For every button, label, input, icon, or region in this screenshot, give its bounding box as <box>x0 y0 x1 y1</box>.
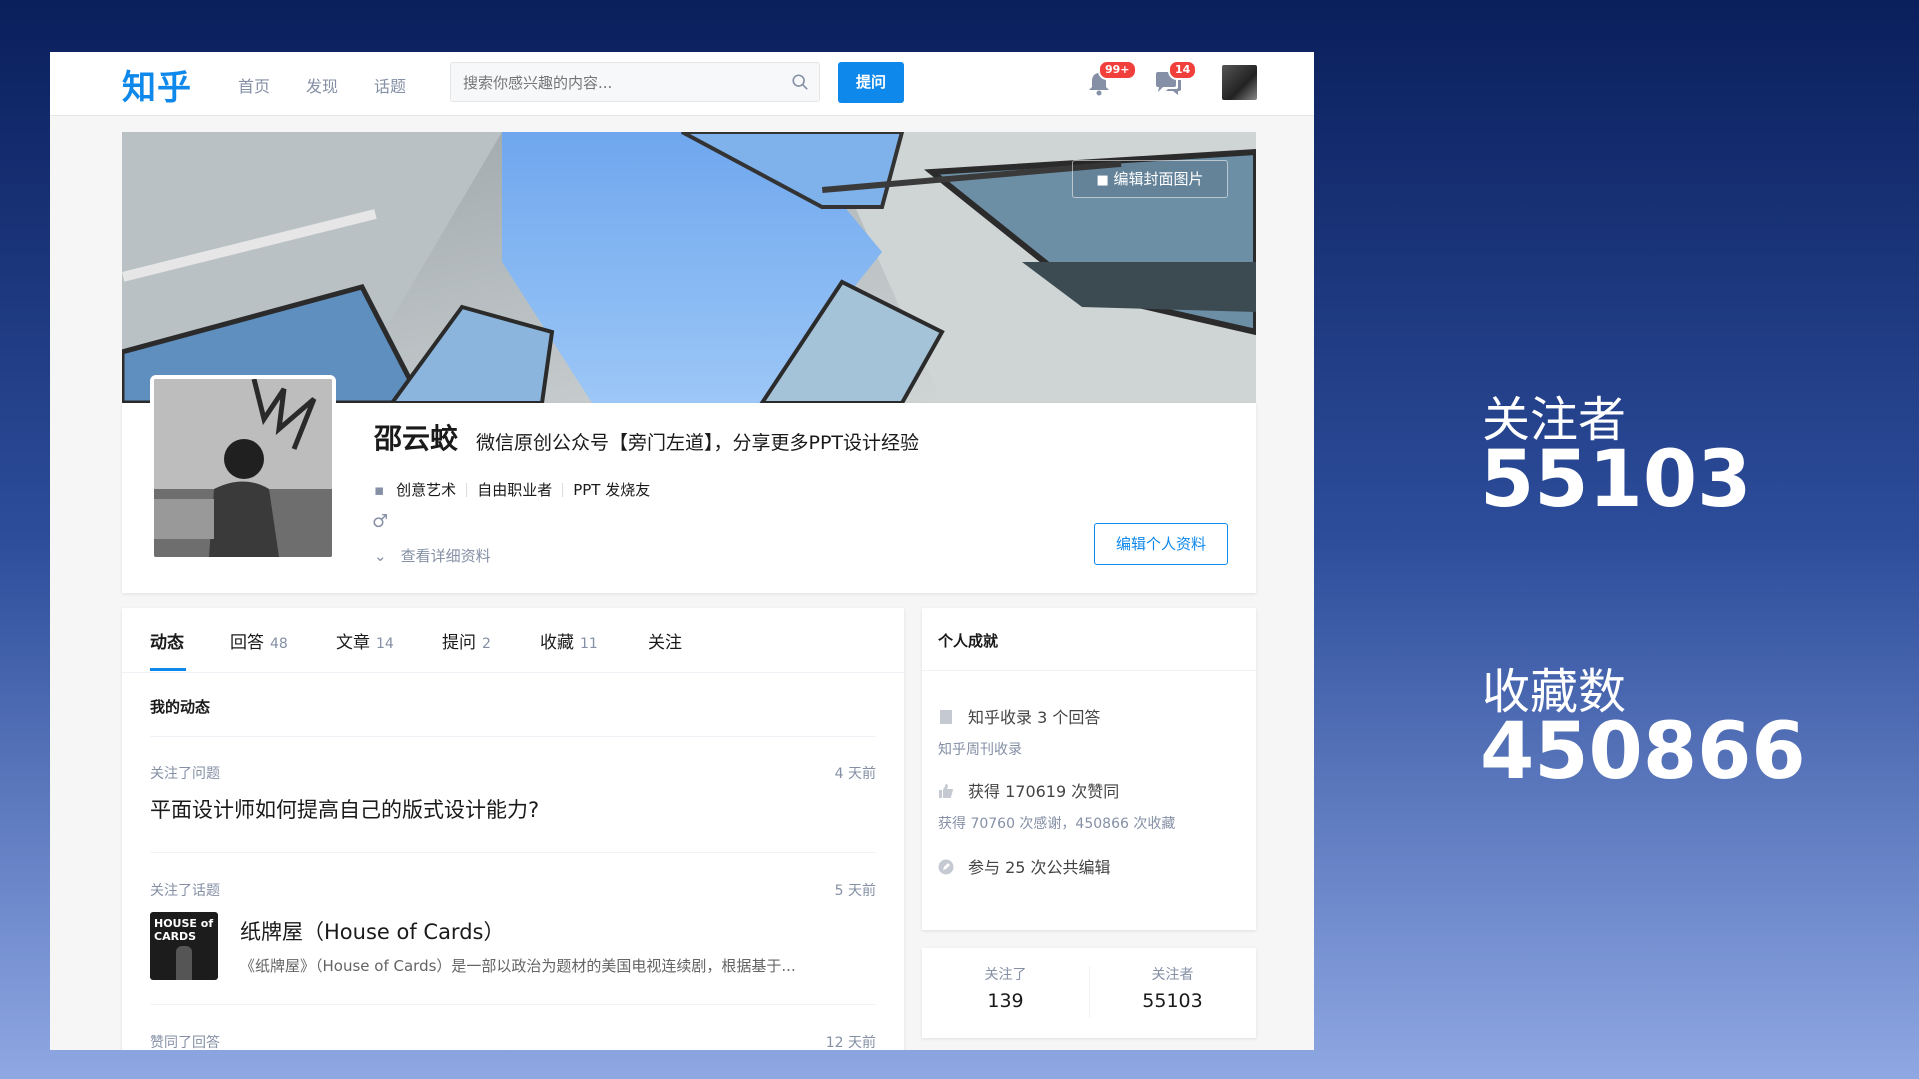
stat-collections-value: 450866 <box>1480 707 1806 797</box>
activity-feed: 动态 回答 48 文章 14 提问 2 收藏 11 关注 我的动态 关注了问题 4 天前… <box>122 608 904 1050</box>
cover-image: ■ 编辑封面图片 <box>122 132 1256 403</box>
search-input[interactable] <box>451 63 785 103</box>
zhihu-logo[interactable]: 知乎 <box>122 60 192 109</box>
camera-icon: ■ <box>1096 173 1109 188</box>
achievements-card: 个人成就 知乎收录 3 个回答 知乎周刊收录 获得 170619 次赞同 获得 … <box>922 608 1256 930</box>
view-details-label: 查看详细资料 <box>400 547 491 565</box>
followers-link[interactable]: 关注者 55103 <box>1089 964 1256 1012</box>
activity-type: 赞同了回答 <box>150 1035 220 1050</box>
question-title-link[interactable]: 平面设计师如何提高自己的版式设计能力? <box>150 794 539 824</box>
search-box <box>450 62 820 103</box>
tab-collections[interactable]: 收藏 11 <box>540 628 598 653</box>
activity-type: 关注了问题 <box>150 766 220 782</box>
profile-name: 邵云蛟 <box>374 422 459 455</box>
edit-cover-button[interactable]: ■ 编辑封面图片 <box>1072 160 1228 198</box>
view-details-link[interactable]: ⌄ 查看详细资料 <box>374 545 491 566</box>
edit-icon <box>938 859 954 875</box>
thumbs-up-icon <box>939 784 953 798</box>
profile-industry: 创意艺术 <box>396 481 457 499</box>
profile-avatar[interactable] <box>150 375 336 561</box>
achievement-edits: 参与 25 次公共编辑 <box>938 854 1111 878</box>
edit-cover-label: 编辑封面图片 <box>1113 170 1204 188</box>
top-navigation-bar: 知乎 首页 发现 话题 提问 99+ 14 <box>50 52 1314 116</box>
stat-followers-value: 55103 <box>1480 435 1752 525</box>
following-link[interactable]: 关注了 139 <box>922 964 1089 1012</box>
achievement-upvotes: 获得 170619 次赞同 <box>938 778 1119 802</box>
tab-activity[interactable]: 动态 <box>150 628 184 653</box>
achievement-included-sub[interactable]: 知乎周刊收录 <box>938 739 1022 759</box>
achievement-thanks-sub: 获得 70760 次感谢，450866 次收藏 <box>938 816 1176 832</box>
zhihu-profile-screenshot: 知乎 首页 发现 话题 提问 99+ 14 <box>50 52 1314 1050</box>
profile-job: 自由职业者 <box>477 481 553 499</box>
briefcase-icon: ▪ <box>374 481 385 499</box>
topic-title-link[interactable]: 纸牌屋（House of Cards） <box>240 916 504 946</box>
message-badge: 14 <box>1168 60 1198 80</box>
divider <box>150 852 876 853</box>
followers-label: 关注者 <box>1151 967 1194 983</box>
topic-image-house-of-cards[interactable]: HOUSE of CARDS <box>150 912 218 980</box>
bookmark-icon <box>940 710 952 724</box>
tab-following[interactable]: 关注 <box>648 628 682 653</box>
followers-count: 55103 <box>1142 990 1203 1012</box>
achievements-title: 个人成就 <box>938 632 999 650</box>
my-activity-title: 我的动态 <box>150 698 211 716</box>
divider <box>922 670 1256 671</box>
activity-time: 12 天前 <box>825 1035 876 1050</box>
profile-header-card: 邵云蛟 微信原创公众号【旁门左道】，分享更多PPT设计经验 ▪ 创意艺术 自由职业者… <box>122 375 1256 593</box>
achievement-included: 知乎收录 3 个回答 <box>938 704 1100 728</box>
tab-questions[interactable]: 提问 2 <box>442 628 491 653</box>
profile-business-info: ▪ 创意艺术 自由职业者 PPT 发烧友 <box>374 479 650 500</box>
notification-badge: 99+ <box>1098 60 1137 80</box>
following-count: 139 <box>987 990 1024 1012</box>
topic-description: 《纸牌屋》（House of Cards）是一部以政治为题材的美国电视连续剧，根… <box>240 957 796 975</box>
edit-profile-button[interactable]: 编辑个人资料 <box>1094 523 1228 565</box>
active-tab-indicator <box>150 668 186 671</box>
follow-counts-card: 关注了 139 关注者 55103 <box>922 948 1256 1038</box>
tab-answers[interactable]: 回答 48 <box>230 628 288 653</box>
activity-time: 4 天前 <box>834 766 876 782</box>
activity-time: 5 天前 <box>834 883 876 899</box>
nav-item-discover[interactable]: 发现 <box>306 73 338 97</box>
divider <box>150 736 876 737</box>
chevron-down-icon: ⌄ <box>374 547 387 565</box>
nav-item-topics[interactable]: 话题 <box>374 73 406 97</box>
profile-title: PPT 发烧友 <box>573 481 651 499</box>
search-icon[interactable] <box>791 73 809 91</box>
nav-item-home[interactable]: 首页 <box>238 73 270 97</box>
divider <box>150 1004 876 1005</box>
activity-type: 关注了话题 <box>150 883 220 899</box>
topic-image-label: HOUSE of CARDS <box>154 917 214 943</box>
male-gender-icon: ♂ <box>372 511 389 532</box>
profile-tabs: 动态 回答 48 文章 14 提问 2 收藏 11 关注 <box>122 608 904 673</box>
following-label: 关注了 <box>984 967 1027 983</box>
avatar-photo-graphic <box>154 379 332 557</box>
tab-articles[interactable]: 文章 14 <box>336 628 394 653</box>
user-avatar-small[interactable] <box>1222 65 1257 100</box>
ask-question-button[interactable]: 提问 <box>838 62 904 103</box>
profile-headline: 微信原创公众号【旁门左道】，分享更多PPT设计经验 <box>476 432 920 454</box>
